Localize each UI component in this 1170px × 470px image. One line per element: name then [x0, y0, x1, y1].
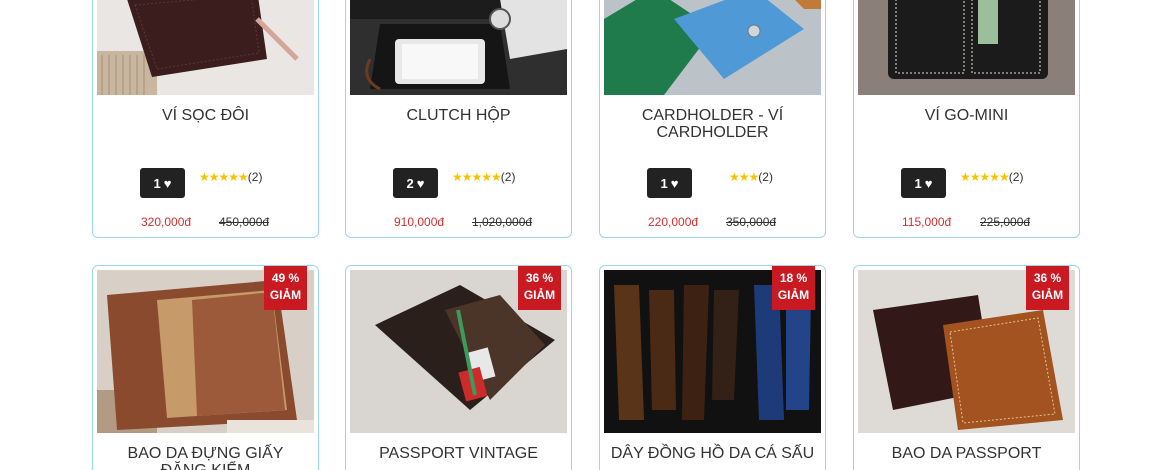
- product-card-cardholder[interactable]: Cardholder - Ví Cardholder 1 ♥ ★★★(2) 22…: [599, 0, 826, 238]
- star-rating: ★★★★★(2): [452, 170, 516, 184]
- product-image[interactable]: [97, 0, 314, 95]
- discount-badge: 36 % GIẢM: [518, 266, 561, 310]
- product-card-day-dong-ho-da-ca-sau[interactable]: 18 % GIẢM Dây đồng hồ da cá sấu: [599, 265, 826, 470]
- product-card-vi-go-mini[interactable]: Ví Go-Mini 1 ♥ ★★★★★(2) 115,000đ 225,000…: [853, 0, 1080, 238]
- product-card-clutch-hop[interactable]: Clutch hộp 2 ♥ ★★★★★(2) 910,000đ 1,020,0…: [345, 0, 572, 238]
- original-price: 450,000đ: [219, 215, 270, 229]
- sale-price: 910,000đ: [394, 215, 445, 229]
- product-card-bao-da-giay-dang-kiem[interactable]: 49 % GIẢM Bao da đựng giấy đăng kiểm: [92, 265, 319, 470]
- product-card-vi-soc-doi[interactable]: Ví sọc đôi 1 ♥ ★★★★★(2) 320,000đ 450,000…: [92, 0, 319, 238]
- like-button[interactable]: 1 ♥: [647, 168, 692, 198]
- like-button[interactable]: 1 ♥: [901, 168, 946, 198]
- product-title[interactable]: Ví sọc đôi: [103, 107, 308, 124]
- original-price: 1,020,000đ: [472, 215, 533, 229]
- heart-icon: ♥: [924, 175, 933, 191]
- star-rating: ★★★★★(2): [960, 170, 1024, 184]
- product-title[interactable]: Bao da đựng giấy đăng kiểm: [103, 445, 308, 470]
- heart-icon: ♥: [416, 175, 425, 191]
- product-title[interactable]: Dây đồng hồ da cá sấu: [610, 445, 815, 462]
- sale-price: 115,000đ: [902, 215, 952, 229]
- discount-badge: 49 % GIẢM: [264, 266, 307, 310]
- product-title[interactable]: Ví Go-Mini: [864, 107, 1069, 124]
- original-price: 225,000đ: [980, 215, 1031, 229]
- discount-badge: 18 % GIẢM: [772, 266, 815, 310]
- product-title[interactable]: Bao da passport: [864, 445, 1069, 462]
- product-image[interactable]: [858, 0, 1075, 95]
- product-image[interactable]: [604, 0, 821, 95]
- heart-icon: ♥: [670, 175, 679, 191]
- product-card-bao-da-passport[interactable]: 36 % GIẢM Bao da passport: [853, 265, 1080, 470]
- star-rating: ★★★(2): [729, 170, 773, 184]
- heart-icon: ♥: [163, 175, 172, 191]
- product-card-passport-vintage[interactable]: 36 % GIẢM Passport vintage: [345, 265, 572, 470]
- like-button[interactable]: 1 ♥: [140, 168, 185, 198]
- discount-badge: 36 % GIẢM: [1026, 266, 1069, 310]
- product-title[interactable]: Cardholder - Ví Cardholder: [610, 107, 815, 141]
- star-rating: ★★★★★(2): [199, 170, 263, 184]
- product-image[interactable]: [350, 0, 567, 95]
- product-title[interactable]: Clutch hộp: [356, 107, 561, 124]
- like-button[interactable]: 2 ♥: [393, 168, 438, 198]
- sale-price: 220,000đ: [648, 215, 699, 229]
- original-price: 350,000đ: [726, 215, 777, 229]
- sale-price: 320,000đ: [141, 215, 192, 229]
- product-title[interactable]: Passport vintage: [356, 445, 561, 462]
